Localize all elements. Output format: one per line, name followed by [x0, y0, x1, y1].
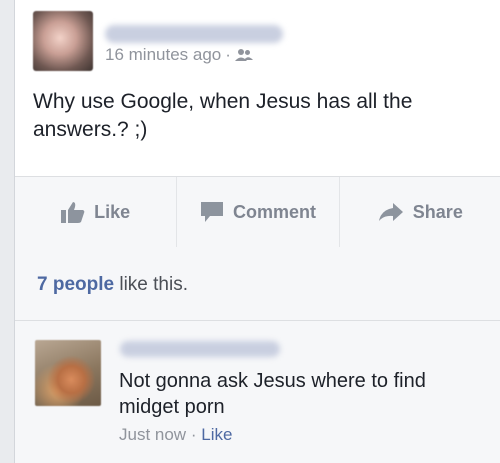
meta-separator: · [225, 45, 231, 64]
post-card: 16 minutes ago · Why use Google, when Jes… [14, 0, 500, 463]
comment-button-label: Comment [232, 201, 316, 222]
likes-summary: 7 people like this. [15, 247, 500, 321]
commenter-name[interactable] [120, 341, 280, 357]
comment-text: Not gonna ask Jesus where to find midget… [119, 370, 426, 418]
likes-suffix: like this. [119, 274, 188, 295]
author-name[interactable] [105, 25, 283, 43]
comment-meta-separator: · [190, 425, 197, 444]
post-meta: 16 minutes ago · [105, 45, 253, 67]
friends-icon[interactable] [234, 47, 253, 67]
comment-item: Not gonna ask Jesus where to find midget… [15, 321, 500, 463]
author-avatar[interactable] [33, 11, 93, 71]
like-button-label: Like [94, 201, 131, 222]
action-bar: Like Comment Share [15, 177, 500, 247]
likes-count-link[interactable]: 7 people [37, 274, 114, 295]
comment-icon [200, 202, 223, 222]
post-text: Why use Google, when Jesus has all the a… [33, 90, 413, 141]
comment-like-link[interactable]: Like [201, 425, 232, 444]
likes-text: 7 people like this. [37, 274, 188, 296]
share-button-label: Share [412, 201, 463, 222]
share-arrow-icon [378, 203, 403, 221]
post-timestamp[interactable]: 16 minutes ago [105, 45, 221, 64]
comment-button[interactable]: Comment [176, 177, 338, 247]
comment-timestamp: Just now [119, 425, 187, 444]
commenter-avatar[interactable] [35, 340, 101, 406]
comment-meta: Just now · Like [119, 425, 232, 445]
thumbs-up-icon [61, 202, 85, 223]
share-button[interactable]: Share [338, 177, 500, 247]
post-header: 16 minutes ago · [33, 11, 493, 71]
like-button[interactable]: Like [15, 177, 176, 247]
